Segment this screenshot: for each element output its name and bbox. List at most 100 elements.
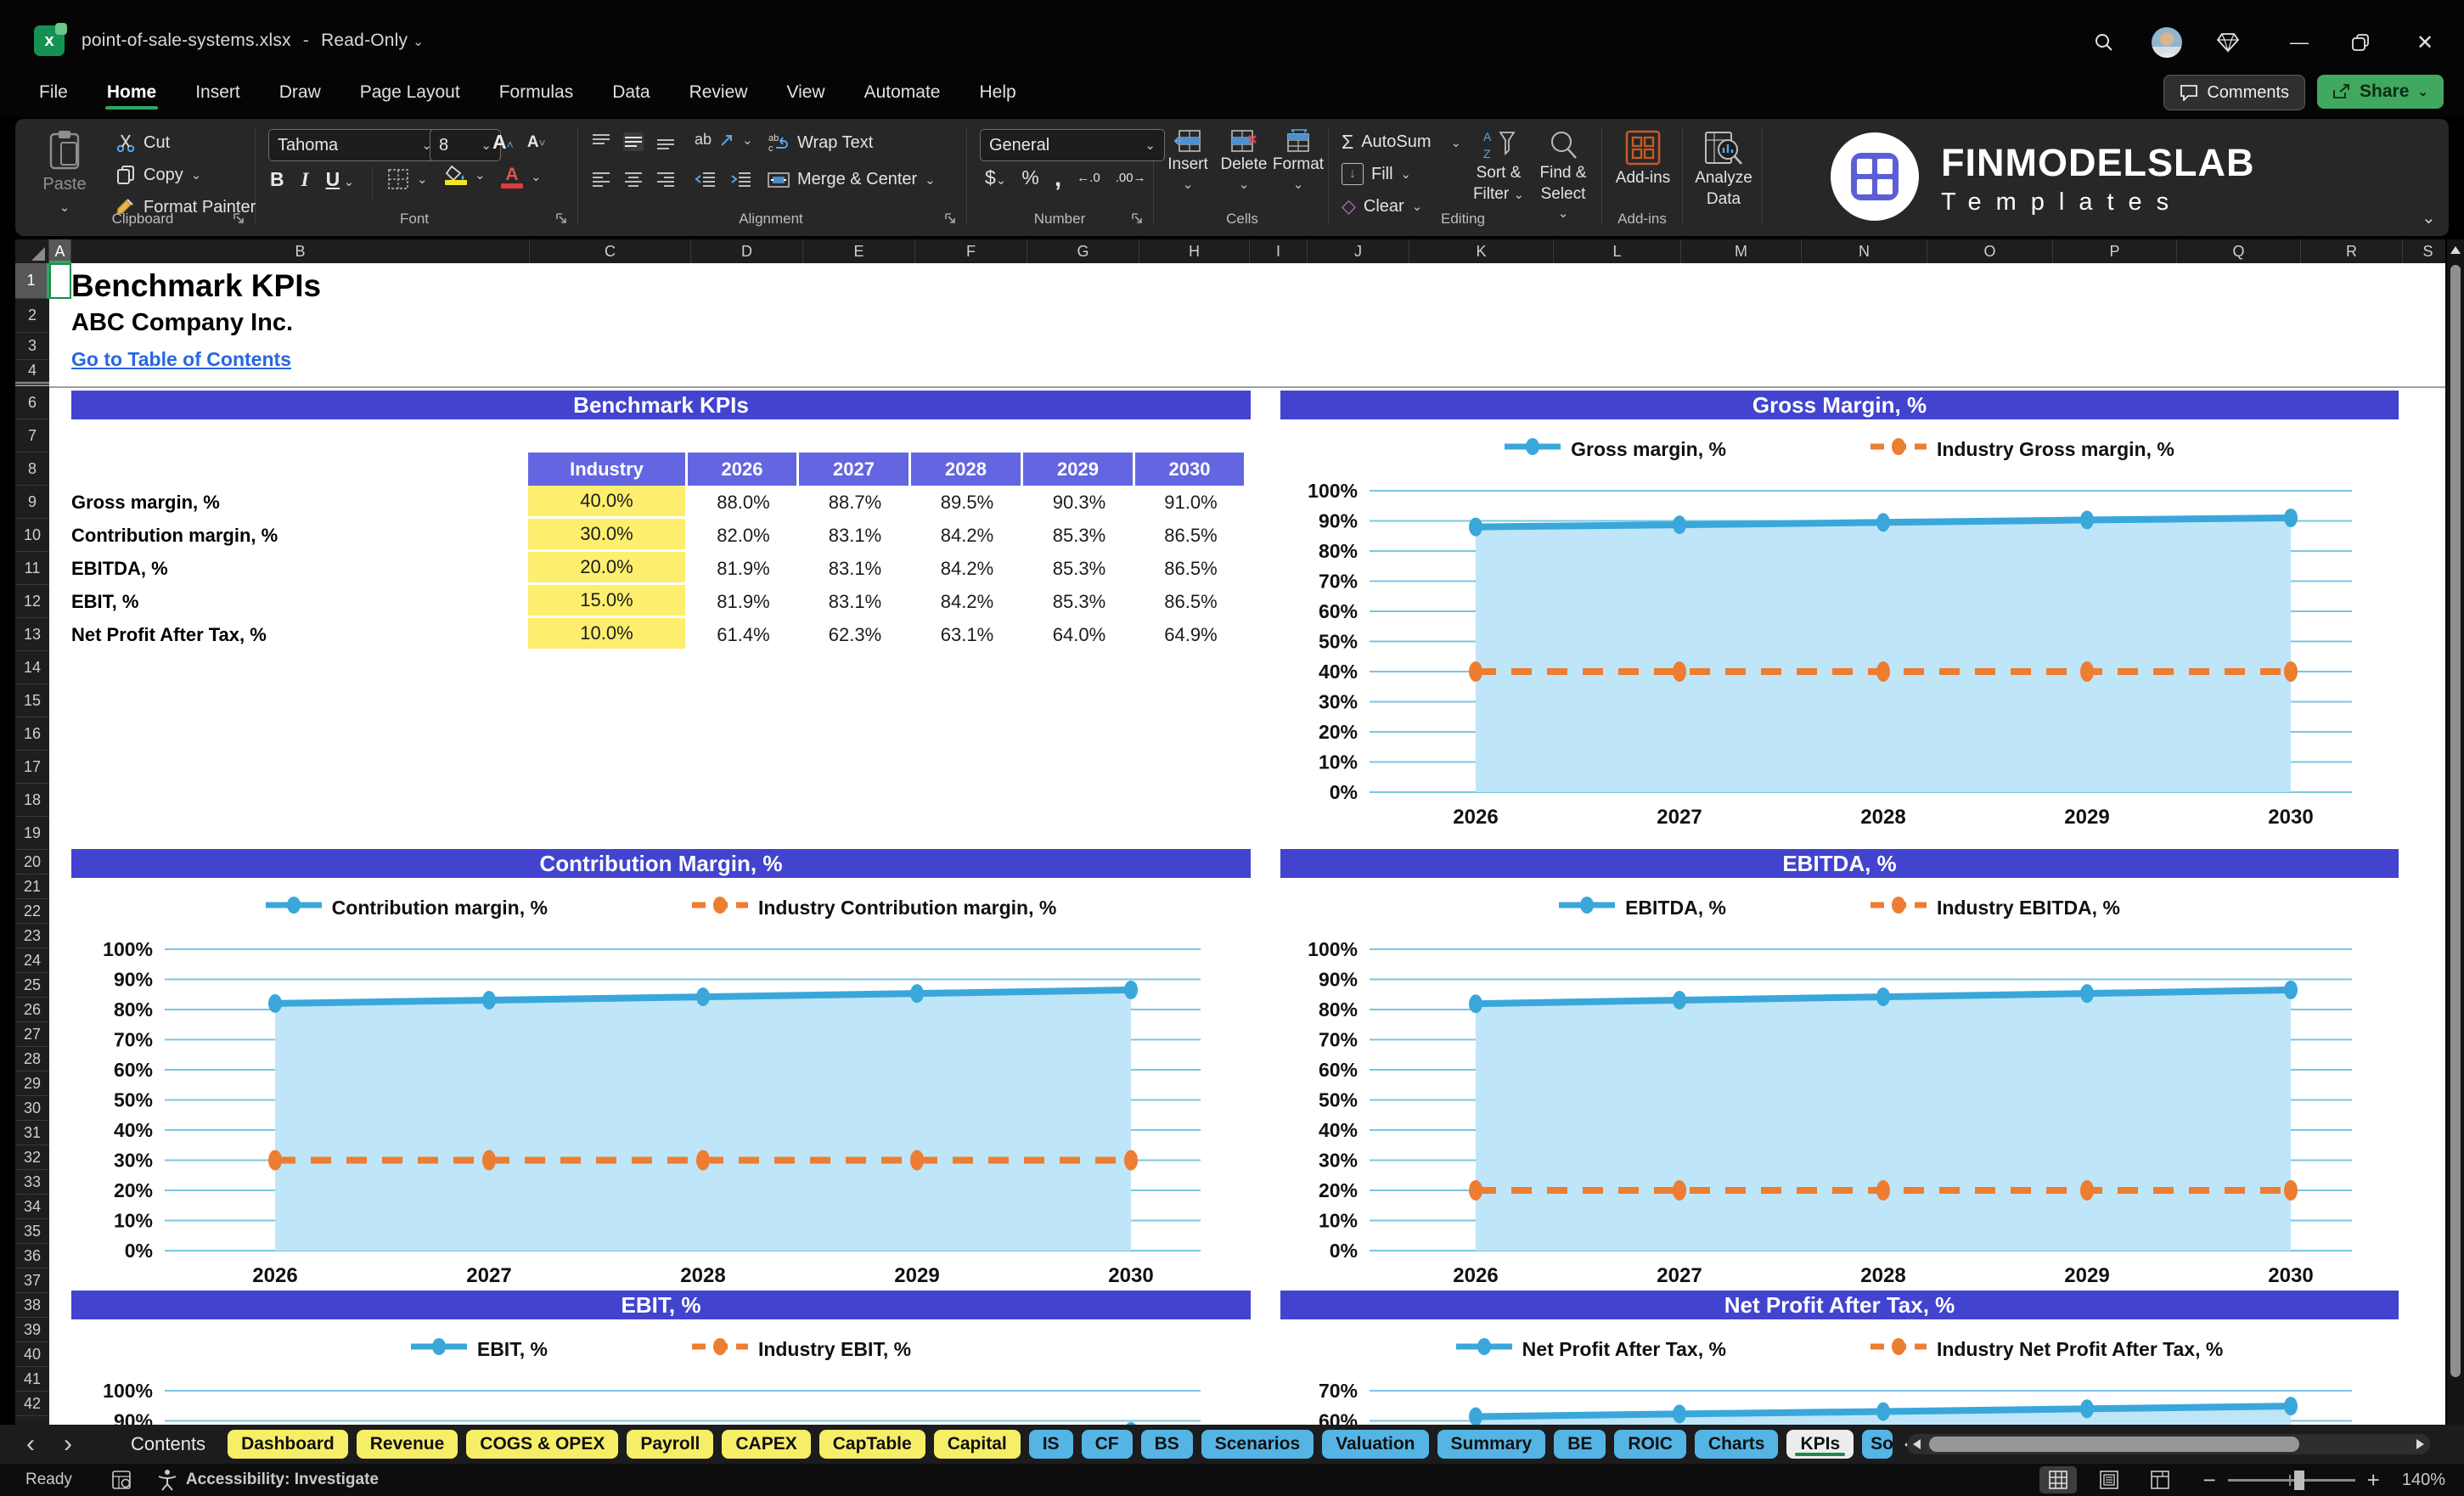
row-header-25[interactable]: 25 [15,973,49,998]
avatar[interactable] [2150,25,2184,59]
sheet-tab-capex[interactable]: CAPEX [722,1430,811,1459]
row-header-38[interactable]: 38 [15,1293,49,1318]
column-header-M[interactable]: M [1681,239,1802,263]
merge-center-button[interactable]: Merge & Center ⌄ [768,170,936,189]
column-header-E[interactable]: E [803,239,915,263]
chart-gross-margin-[interactable]: 100% 90% 80% 70% 60% 50% 40% 30% 20% 10% 0% 2026 202… [1280,391,2399,853]
number-format-select[interactable]: General ⌄ [980,129,1165,161]
column-header-F[interactable]: F [915,239,1027,263]
accessibility-icon[interactable] [157,1469,177,1491]
zoom-out-button[interactable]: − [2202,1467,2215,1493]
column-header-N[interactable]: N [1802,239,1927,263]
menu-tab-data[interactable]: Data [599,74,663,111]
menu-tab-review[interactable]: Review [676,74,762,111]
row-header-28[interactable]: 28 [15,1047,49,1071]
row-header-16[interactable]: 16 [15,717,49,751]
accessibility-status[interactable]: Accessibility: Investigate [186,1471,379,1489]
row-header-15[interactable]: 15 [15,684,49,717]
row-header-34[interactable]: 34 [15,1195,49,1219]
increase-indent-icon[interactable] [730,170,752,188]
row-header-27[interactable]: 27 [15,1022,49,1047]
row-header-7[interactable]: 7 [15,419,49,453]
row-header-35[interactable]: 35 [15,1219,49,1244]
collapse-ribbon-chevron-icon[interactable]: ⌄ [2422,207,2436,228]
premium-diamond-icon[interactable] [2211,25,2245,59]
insert-cells-button[interactable]: Insert ⌄ [1163,129,1212,192]
zoom-level[interactable]: 140% [2402,1471,2445,1490]
decrease-indent-icon[interactable] [695,170,717,188]
row-header-11[interactable]: 11 [15,552,49,585]
row-header-3[interactable]: 3 [15,333,49,360]
row-header-42[interactable]: 42 [15,1392,49,1416]
normal-view-button[interactable] [2039,1466,2078,1493]
chart-ebitda-[interactable]: 100% 90% 80% 70% 60% 50% 40% 30% 20% 10% 0% 2026 202… [1280,849,2399,1312]
row-header-19[interactable]: 19 [15,817,49,850]
font-dialog-launcher[interactable] [555,212,569,226]
align-right-icon[interactable] [655,170,676,188]
sheet-tab-valuation[interactable]: Valuation [1322,1430,1429,1459]
alignment-dialog-launcher[interactable] [944,212,958,226]
delete-cells-button[interactable]: Delete ⌄ [1219,129,1269,192]
underline-button[interactable]: U ⌄ [326,168,355,191]
select-all-corner[interactable] [15,239,49,263]
column-header-G[interactable]: G [1027,239,1139,263]
sheet-tab-scenarios[interactable]: Scenarios [1201,1430,1314,1459]
row-header-4[interactable]: 4 [15,360,49,382]
format-cells-button[interactable]: Format ⌄ [1273,129,1324,192]
minimize-button[interactable]: — [2282,25,2316,59]
analyze-data-button[interactable]: Analyze Data [1690,129,1758,209]
menu-tab-view[interactable]: View [773,74,838,111]
italic-button[interactable]: I [301,169,309,191]
row-header-9[interactable]: 9 [15,486,49,519]
row-header-31[interactable]: 31 [15,1121,49,1145]
copy-button[interactable]: Copy ⌄ [115,165,201,185]
column-header-C[interactable]: C [530,239,691,263]
cut-button[interactable]: Cut [115,132,170,153]
percent-button[interactable]: % [1021,166,1038,189]
sheet-tab-bs[interactable]: BS [1140,1430,1193,1459]
column-header-O[interactable]: O [1927,239,2053,263]
zoom-in-button[interactable]: + [2367,1467,2380,1493]
row-header-17[interactable]: 17 [15,751,49,784]
row-header-40[interactable]: 40 [15,1342,49,1367]
row-header-13[interactable]: 13 [15,618,49,651]
sort-filter-button[interactable]: AZ Sort & Filter ⌄ [1469,129,1528,204]
row-header-36[interactable]: 36 [15,1244,49,1268]
sheet-tab-is[interactable]: IS [1028,1430,1073,1459]
document-title[interactable]: point-of-sale-systems.xlsx - Read-Only ⌄ [82,31,424,51]
sheet-tab-cf[interactable]: CF [1081,1430,1133,1459]
close-button[interactable]: ✕ [2408,25,2442,59]
chart-ebit-[interactable]: 100%90%80%70%60%50%40%30%20%10%0%2026202… [71,1291,1251,1425]
row-header-37[interactable]: 37 [15,1268,49,1293]
comments-button[interactable]: Comments [2163,75,2306,110]
sheet-tab-charts[interactable]: Charts [1694,1430,1779,1459]
sheet-tab-roic[interactable]: ROIC [1614,1430,1686,1459]
align-top-icon[interactable] [591,132,611,151]
macro-record-icon[interactable] [111,1470,133,1490]
row-header-20[interactable]: 20 [15,850,49,875]
number-dialog-launcher[interactable] [1131,212,1145,226]
scroll-up-arrow-icon[interactable] [2450,246,2461,254]
row-header-32[interactable]: 32 [15,1145,49,1170]
sheet-tab-be[interactable]: BE [1554,1430,1606,1459]
row-header-26[interactable]: 26 [15,998,49,1022]
row-header-14[interactable]: 14 [15,651,49,684]
row-header-21[interactable]: 21 [15,875,49,899]
scroll-left-arrow-icon[interactable] [1913,1439,1921,1449]
bold-button[interactable]: B [270,168,284,191]
vertical-scrollbar[interactable] [2447,239,2464,1425]
sheet-tab-summary[interactable]: Summary [1437,1430,1546,1459]
vertical-scrollbar-thumb[interactable] [2450,265,2461,1377]
row-header-22[interactable]: 22 [15,899,49,924]
toc-link[interactable]: Go to Table of Contents [71,348,291,371]
align-center-icon[interactable] [623,170,644,188]
decrease-decimal-button[interactable]: .00→ [1116,171,1146,185]
menu-tab-page-layout[interactable]: Page Layout [346,74,474,111]
find-select-button[interactable]: Find & Select ⌄ [1533,129,1593,222]
column-header-J[interactable]: J [1308,239,1409,263]
autosum-button[interactable]: Σ AutoSum ⌄ [1342,131,1461,154]
fill-button[interactable]: ↓ Fill ⌄ [1342,163,1411,185]
column-header-H[interactable]: H [1139,239,1250,263]
align-middle-icon[interactable] [623,132,644,151]
wrap-text-button[interactable]: ab c Wrap Text [768,132,873,154]
